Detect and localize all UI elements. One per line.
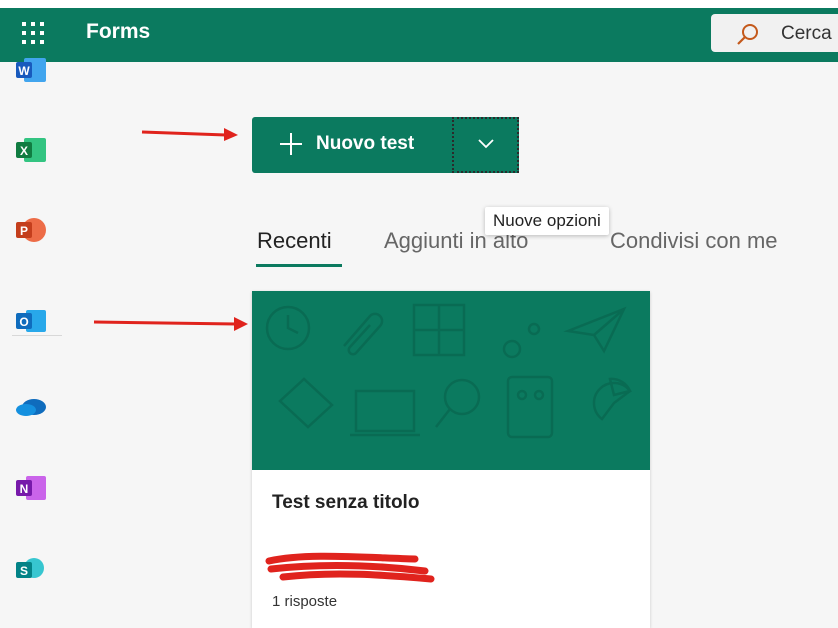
more-options-button[interactable] — [452, 117, 519, 173]
new-test-button[interactable]: Nuovo test — [252, 117, 452, 173]
redaction-scribble — [265, 552, 435, 583]
app-rail: W X P O N S — [0, 58, 70, 628]
form-title: Test senza titolo — [272, 492, 420, 513]
annotation-arrow-new-test — [141, 128, 238, 141]
outlook-icon[interactable]: O — [14, 307, 48, 335]
sharepoint-icon[interactable]: S — [14, 556, 48, 584]
svg-text:S: S — [20, 564, 28, 578]
app-launcher-icon[interactable] — [22, 22, 44, 44]
word-icon[interactable]: W — [14, 56, 48, 84]
banner-pattern-icon — [265, 303, 632, 439]
onenote-icon[interactable]: N — [14, 474, 48, 502]
tab-condivisi-con-me[interactable]: Condivisi con me — [610, 228, 778, 254]
svg-text:N: N — [20, 482, 29, 496]
chevron-down-icon — [478, 139, 494, 149]
more-options-tooltip: Nuove opzioni — [485, 207, 609, 235]
search-icon — [737, 24, 758, 45]
onedrive-icon[interactable] — [14, 392, 48, 420]
powerpoint-icon[interactable]: P — [14, 216, 48, 244]
top-bar: Forms Cerca — [0, 0, 838, 62]
svg-text:P: P — [20, 224, 28, 238]
new-test-label: Nuovo test — [316, 133, 415, 154]
rail-divider — [12, 335, 62, 336]
app-title[interactable]: Forms — [86, 17, 150, 47]
svg-text:O: O — [19, 315, 28, 329]
form-card-banner — [252, 291, 650, 470]
svg-text:X: X — [20, 144, 28, 158]
tab-recenti[interactable]: Recenti — [257, 228, 332, 254]
search-label: Cerca — [781, 23, 832, 44]
form-card[interactable]: Test senza titolo 1 risposte — [252, 291, 650, 628]
active-tab-indicator — [256, 264, 342, 267]
plus-icon — [280, 133, 302, 155]
excel-icon[interactable]: X — [14, 136, 48, 164]
response-count: 1 risposte — [272, 593, 338, 610]
search-box[interactable]: Cerca — [711, 14, 838, 52]
annotation-arrow-card — [93, 317, 248, 331]
svg-text:W: W — [18, 64, 30, 78]
